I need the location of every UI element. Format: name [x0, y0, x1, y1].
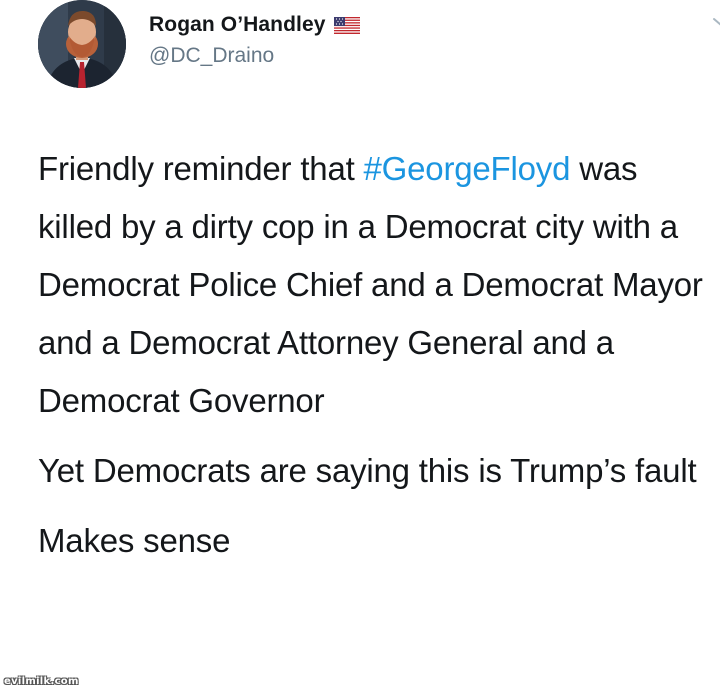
tweet-card: Rogan O’Handley @DC_Draino Friendly remi… [0, 0, 720, 689]
avatar-photo-icon [38, 0, 126, 88]
tweet-paragraph-2: Yet Democrats are saying this is Trump’s… [38, 452, 697, 489]
tweet-header: Rogan O’Handley @DC_Draino [38, 0, 720, 100]
hashtag-link[interactable]: #GeorgeFloyd [364, 150, 571, 187]
author-handle[interactable]: @DC_Draino [149, 44, 274, 68]
tweet-paragraph-3: Makes sense [38, 522, 231, 559]
tweet-text-after-hashtag: was killed by a dirty cop in a Democrat … [38, 150, 703, 419]
author-display-name[interactable]: Rogan O’Handley [149, 13, 326, 37]
chevron-down-icon[interactable] [710, 14, 720, 30]
site-watermark: evilmilk.com [4, 676, 79, 687]
us-flag-icon [333, 16, 360, 34]
author-name-row[interactable]: Rogan O’Handley [149, 10, 360, 40]
tweet-text-before-hashtag: Friendly reminder that [38, 150, 364, 187]
tweet-paragraph-1: Friendly reminder that #GeorgeFloyd was … [38, 140, 708, 430]
tweet-body: Friendly reminder that #GeorgeFloyd was … [38, 140, 708, 570]
avatar[interactable] [38, 0, 126, 88]
